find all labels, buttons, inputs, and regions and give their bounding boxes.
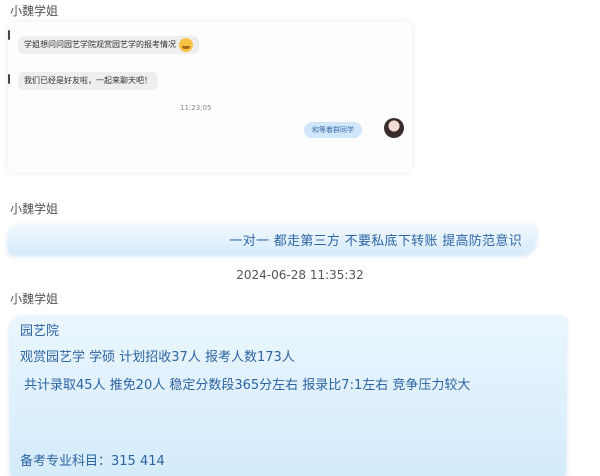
message-line: 园艺院 (20, 324, 60, 339)
embedded-message: 我们已经是好友啦，一起来聊天吧！ (18, 72, 158, 90)
embedded-message-text: 我们已经是好友啦，一起来聊天吧！ (24, 76, 152, 85)
sender-name: 小魏学姐 (10, 292, 59, 306)
message-line: 观赏园艺学 学硕 计划招收37人 报考人数173人 (20, 350, 295, 365)
chat-timestamp: 2024-06-28 11:35:32 (236, 268, 364, 282)
avatar (384, 118, 404, 138)
message-bubble[interactable]: 园艺院 观赏园艺学 学硕 计划招收37人 报考人数173人 共计录取45人 推免… (10, 316, 566, 476)
message-line: 备考专业科目：315 414 (20, 454, 165, 469)
embedded-reply: 和等着群同学 (304, 122, 362, 138)
edge-mark (8, 30, 10, 40)
edge-mark (8, 74, 10, 84)
message-text: 一对一 都走第三方 不要私底下转账 提高防范意识 (229, 234, 522, 249)
sender-name: 小魏学姐 (10, 202, 59, 216)
embedded-message-text: 学姐想问问园艺学院观赏园艺学的报考情况 (24, 40, 176, 49)
message-bubble[interactable]: 一对一 都走第三方 不要私底下转账 提高防范意识 (8, 224, 536, 254)
embedded-chat-image: 学姐想问问园艺学院观赏园艺学的报考情况 我们已经是好友啦，一起来聊天吧！ 11:… (8, 22, 412, 172)
embedded-timestamp: 11:23:05 (180, 104, 212, 112)
emoji-icon (179, 37, 193, 52)
message-line: 共计录取45人 推免20人 稳定分数段365分左右 报录比7:1左右 竞争压力较… (24, 378, 471, 393)
sender-name: 小魏学姐 (10, 4, 59, 18)
embedded-message: 学姐想问问园艺学院观赏园艺学的报考情况 (18, 36, 199, 54)
